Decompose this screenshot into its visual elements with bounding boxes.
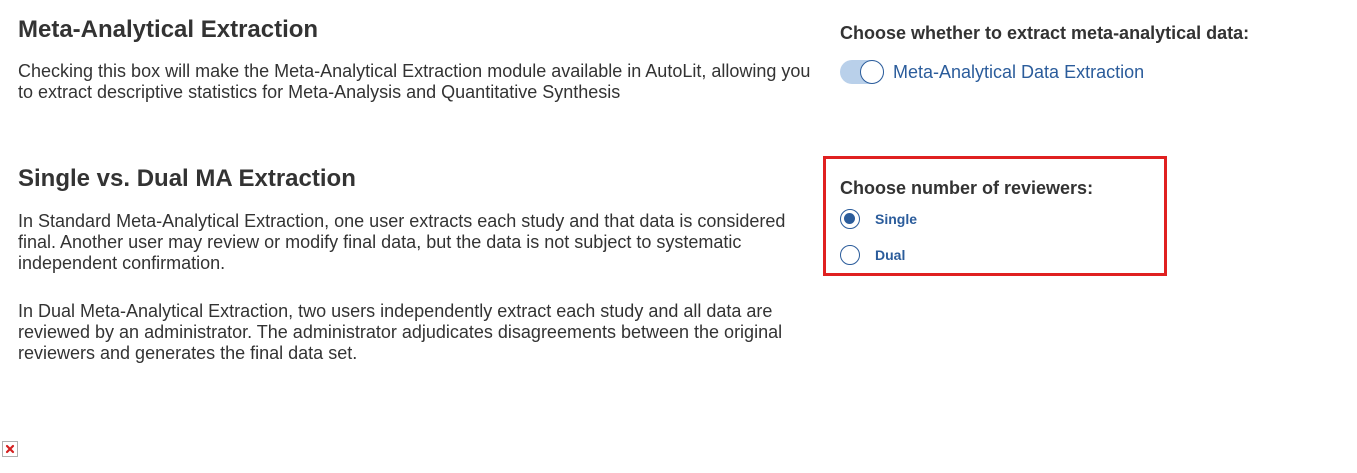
reviewer-option-dual[interactable]: Dual: [840, 245, 905, 265]
reviewer-option-single[interactable]: Single: [840, 209, 917, 229]
single-extraction-description: In Standard Meta-Analytical Extraction, …: [18, 211, 786, 273]
extract-choice-heading: Choose whether to extract meta-analytica…: [840, 23, 1250, 43]
broken-image-icon: [2, 441, 18, 457]
single-vs-dual-title: Single vs. Dual MA Extraction: [18, 165, 356, 192]
meta-analytical-toggle-label[interactable]: Meta-Analytical Data Extraction: [893, 60, 1144, 84]
meta-analytical-description: Checking this box will make the Meta-Ana…: [18, 61, 811, 102]
meta-analytical-toggle[interactable]: [840, 60, 884, 84]
dual-radio[interactable]: [840, 245, 860, 265]
toggle-knob: [860, 60, 884, 84]
dual-extraction-description: In Dual Meta-Analytical Extraction, two …: [18, 301, 783, 363]
settings-page: Meta-Analytical Extraction Checking this…: [0, 0, 1357, 473]
meta-analytical-toggle-row[interactable]: Meta-Analytical Data Extraction: [840, 60, 1144, 84]
meta-analytical-title: Meta-Analytical Extraction: [18, 16, 319, 43]
reviewers-heading: Choose number of reviewers:: [840, 178, 1094, 198]
dual-radio-label[interactable]: Dual: [875, 245, 905, 265]
single-radio[interactable]: [840, 209, 860, 229]
reviewer-count-panel: Choose number of reviewers: Single Dual: [823, 156, 1167, 276]
single-radio-label[interactable]: Single: [875, 209, 917, 229]
